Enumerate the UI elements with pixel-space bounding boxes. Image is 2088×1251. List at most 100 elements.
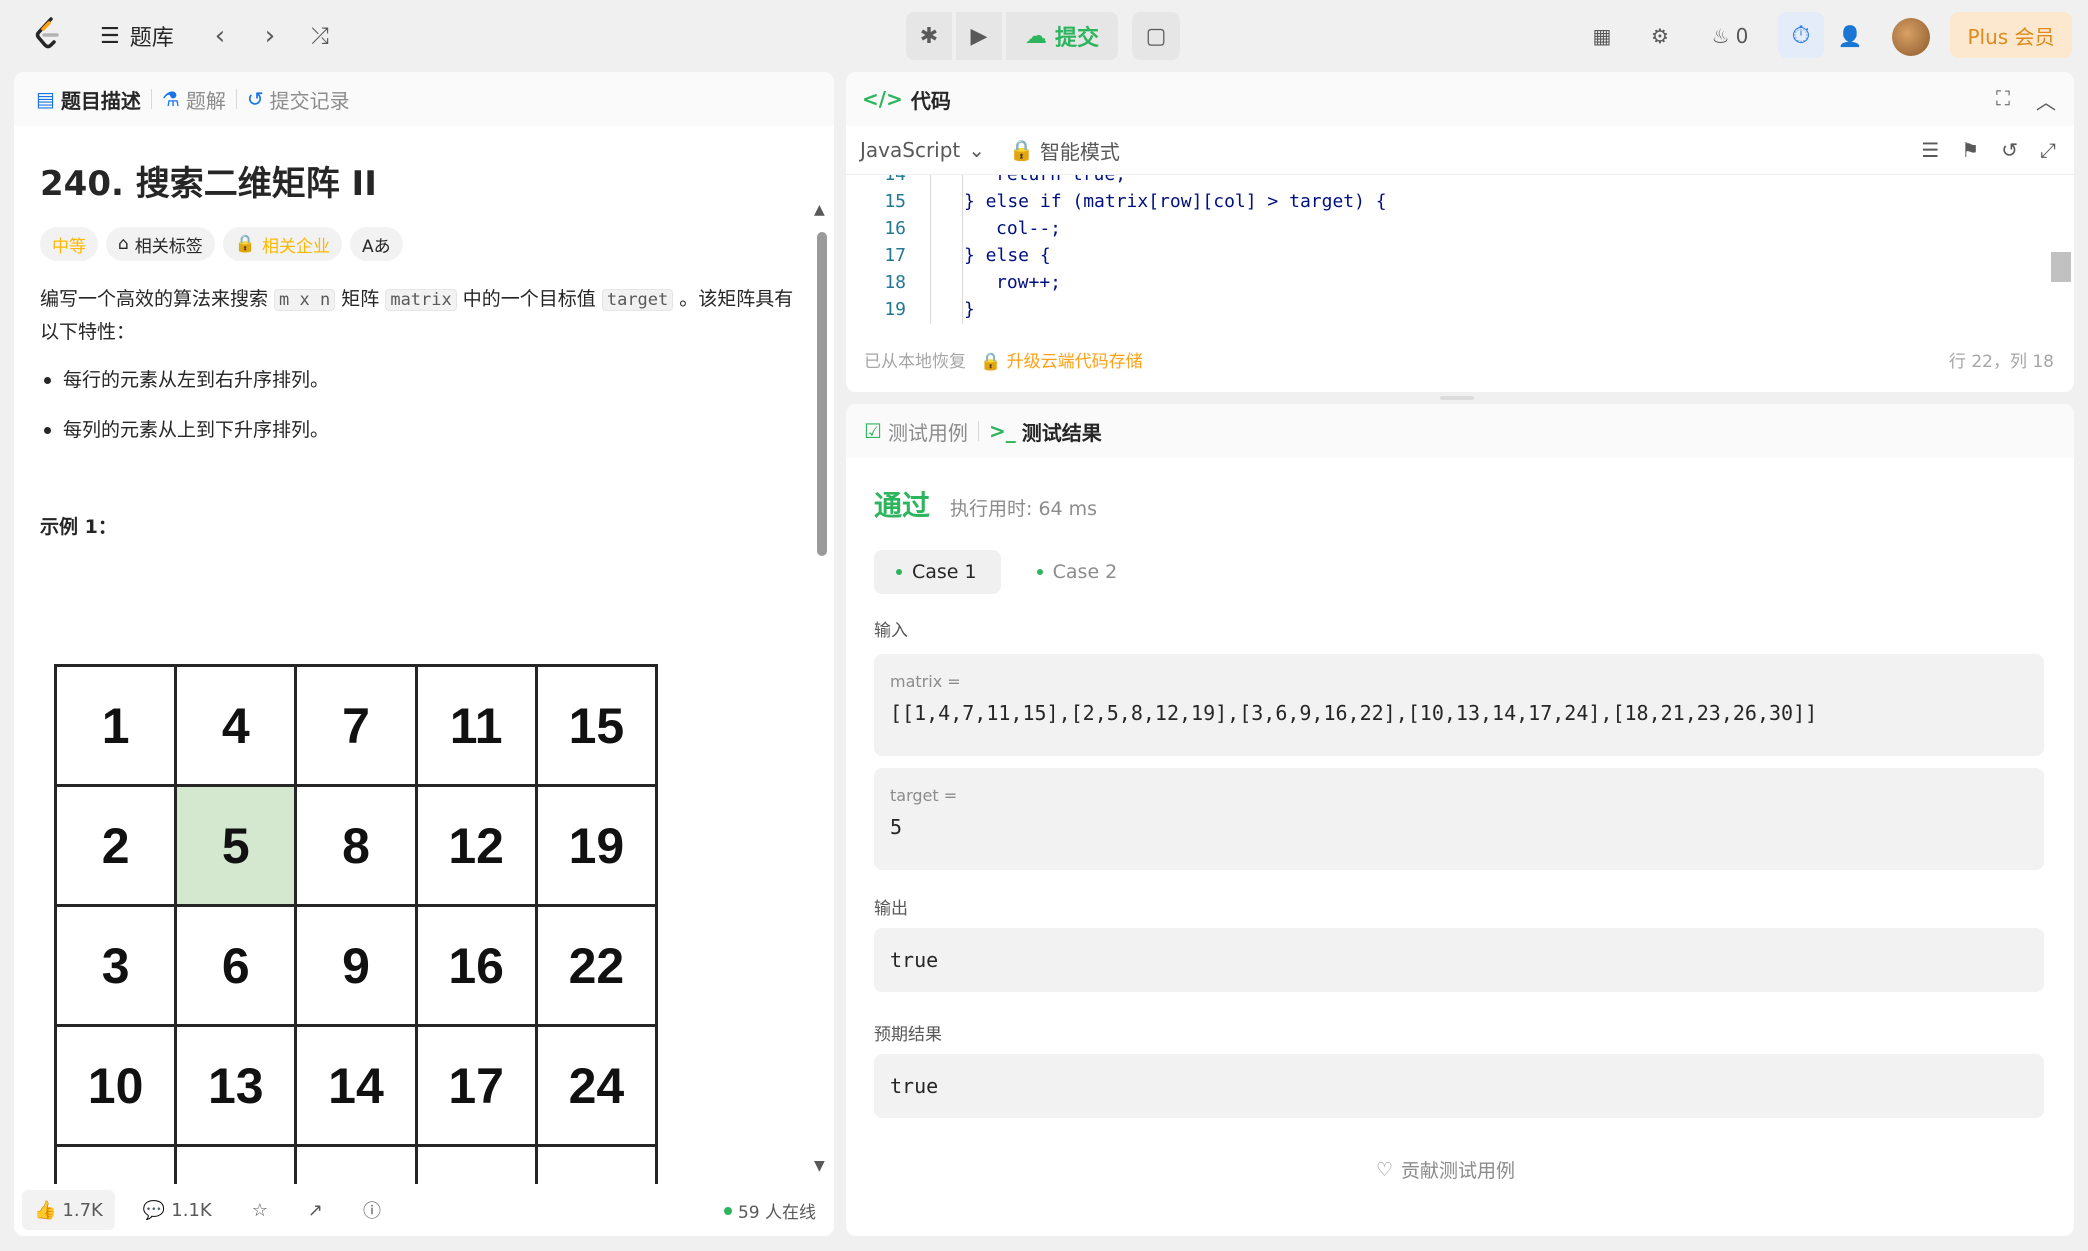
submit-label: 提交 [1054, 26, 1099, 51]
debug-button[interactable]: ✱ [906, 12, 952, 60]
smart-mode-toggle[interactable]: 🔒 智能模式 [1009, 136, 1120, 165]
restore-status: 已从本地恢复 [864, 351, 966, 372]
tab-test-results[interactable]: >_ 测试结果 [989, 417, 1102, 446]
inline-code: target [601, 289, 674, 311]
notes-button[interactable]: ▢ [1132, 12, 1180, 60]
fullscreen-icon[interactable]: ⛶ [1996, 86, 2010, 115]
reset-icon[interactable]: ↺ [2001, 138, 2018, 162]
topic-tags-button[interactable]: ⌂ 相关标签 [106, 227, 215, 261]
comments-button[interactable]: 💬 1.1K [131, 1190, 224, 1230]
divider [235, 89, 237, 109]
line-number: 19 [884, 299, 906, 320]
input-target-box: target = 5 [874, 768, 2044, 870]
format-icon[interactable]: ☰ [1921, 138, 1939, 162]
random-problem-button[interactable]: ⤮ [302, 18, 338, 54]
stopwatch-icon: ⏱ [1791, 21, 1811, 49]
avatar[interactable] [1892, 18, 1930, 56]
settings-button[interactable]: ⚙ [1642, 18, 1678, 54]
case-tab-1[interactable]: Case 1 [874, 550, 1001, 594]
scroll-up-icon[interactable]: ▲ [814, 202, 825, 218]
matrix-cell: 19 [534, 784, 659, 907]
tab-solutions[interactable]: ⚗ 题解 [162, 85, 226, 114]
layout-icon: ▦ [1592, 24, 1612, 48]
top-bar: ☰ 题库 ‹ › ⤮ ✱ ▶ ☁ 提交 ▢ ▦ ⚙ ♨ 0 ⏱ 👤 Plus 会… [0, 0, 2088, 72]
bookmark-icon[interactable]: ⚑ [1961, 138, 1979, 162]
panel-resize-handle[interactable] [1440, 396, 1474, 400]
timer-button[interactable]: ⏱ [1778, 12, 1824, 58]
param-name: target = [890, 786, 958, 805]
flask-icon: ⚗ [161, 87, 180, 111]
code-tab-bar: </> 代码 ⛶ ︿ [846, 72, 2074, 126]
company-tags-button[interactable]: 🔒 相关企业 [222, 227, 342, 261]
translate-icon: Aあ [361, 236, 391, 257]
chevron-right-icon: › [264, 21, 276, 51]
share-icon: ↗ [307, 1199, 323, 1221]
plus-membership-button[interactable]: Plus 会员 [1950, 12, 2072, 58]
problem-tags: 中等 ⌂ 相关标签 🔒 相关企业 Aあ [40, 227, 800, 261]
test-tab-bar: ☑ 测试用例 >_ 测试结果 [846, 404, 2074, 458]
star-icon: ☆ [251, 1199, 268, 1221]
scrollbar[interactable] [817, 232, 827, 556]
favorite-button[interactable]: ☆ [240, 1190, 280, 1230]
contribute-testcase-button[interactable]: ♡ 贡献测试用例 [1376, 1156, 1515, 1183]
checkbox-icon: ☑ [864, 419, 882, 443]
prev-problem-button[interactable]: ‹ [202, 18, 238, 54]
matrix-cell: 11 [414, 664, 538, 787]
run-button[interactable]: ▶ [956, 12, 1002, 60]
line-number: 15 [884, 191, 906, 212]
like-button[interactable]: 👍 1.7K [22, 1190, 115, 1230]
layout-button[interactable]: ▦ [1584, 18, 1620, 54]
matrix-cell: 24 [534, 1024, 659, 1147]
translate-button[interactable]: Aあ [349, 227, 403, 261]
code-editor[interactable]: 14 return true; 15} else if (matrix[row][c… [846, 174, 2074, 324]
case-tab-2[interactable]: Case 2 [1015, 550, 1142, 594]
line-number: 17 [884, 245, 906, 266]
divider [150, 89, 152, 109]
result-header: 通过 执行用时: 64 ms [874, 484, 1097, 524]
matrix-cell: 10 [53, 1024, 178, 1147]
next-problem-button[interactable]: › [252, 18, 288, 54]
expected-box: true [874, 1054, 2044, 1118]
tab-submissions[interactable]: ↺ 提交记录 [247, 85, 350, 114]
problem-title[interactable]: 240. 搜索二维矩阵 II [40, 156, 800, 205]
tab-description[interactable]: ▤ 题目描述 [36, 85, 141, 114]
problem-content: 240. 搜索二维矩阵 II 中等 ⌂ 相关标签 🔒 相关企业 Aあ 编写一个高… [40, 156, 800, 539]
expected-label: 预期结果 [874, 1025, 942, 1045]
problem-panel: ▤ 题目描述 ⚗ 题解 ↺ 提交记录 240. 搜索二维矩阵 II 中等 ⌂ 相… [14, 72, 834, 1236]
invite-button[interactable]: 👤 [1830, 18, 1870, 54]
tab-test-cases[interactable]: ☑ 测试用例 [864, 417, 968, 446]
share-button[interactable]: ↗ [296, 1190, 335, 1230]
inline-code: matrix [385, 289, 457, 311]
editor-scrollbar[interactable] [2051, 252, 2071, 282]
upgrade-storage-link[interactable]: 🔒 升级云端代码存储 [980, 347, 1143, 372]
problem-list-button[interactable]: ☰ 题库 [100, 20, 174, 52]
leetcode-logo[interactable] [30, 16, 66, 52]
matrix-cell: 17 [414, 1024, 538, 1147]
add-user-icon: 👤 [1837, 24, 1863, 48]
result-status: 通过 [874, 489, 931, 522]
tab-submissions-label: 提交记录 [269, 88, 350, 113]
help-button[interactable]: ⓘ [351, 1190, 393, 1230]
collapse-icon[interactable]: ︿ [2036, 86, 2056, 115]
expand-icon[interactable]: ⤢ [2040, 138, 2056, 162]
desc-text: 矩阵 [335, 288, 386, 310]
matrix-cell: 2 [53, 784, 178, 907]
language-select[interactable]: JavaScript ⌄ [860, 138, 985, 162]
code-panel: </> 代码 ⛶ ︿ JavaScript ⌄ 🔒 智能模式 ☰ ⚑ ↺ ⤢ 1… [846, 72, 2074, 392]
streak-button[interactable]: ♨ 0 [1700, 18, 1760, 54]
history-icon: ↺ [246, 87, 264, 111]
param-name: matrix = [890, 672, 961, 691]
matrix-cell: 9 [294, 904, 418, 1027]
input-matrix-box: matrix = [[1,4,7,11,15],[2,5,8,12,19],[3… [874, 654, 2044, 756]
tab-test-cases-label: 测试用例 [887, 420, 968, 445]
comment-icon: 💬 [142, 1199, 166, 1221]
line-number: 14 [884, 174, 906, 185]
runtime-text: 执行用时: 64 ms [950, 498, 1098, 520]
code-tab-label[interactable]: 代码 [911, 85, 951, 114]
submit-button[interactable]: ☁ 提交 [1006, 12, 1118, 60]
problem-description: 编写一个高效的算法来搜索 m x n 矩阵 matrix 中的一个目标值 tar… [40, 283, 800, 348]
problem-footer: 👍 1.7K 💬 1.1K ☆ ↗ ⓘ 59 人在线 [14, 1184, 834, 1236]
scroll-down-icon[interactable]: ▼ [814, 1158, 825, 1174]
example-title: 示例 1： [40, 516, 117, 538]
play-icon: ▶ [970, 23, 988, 49]
